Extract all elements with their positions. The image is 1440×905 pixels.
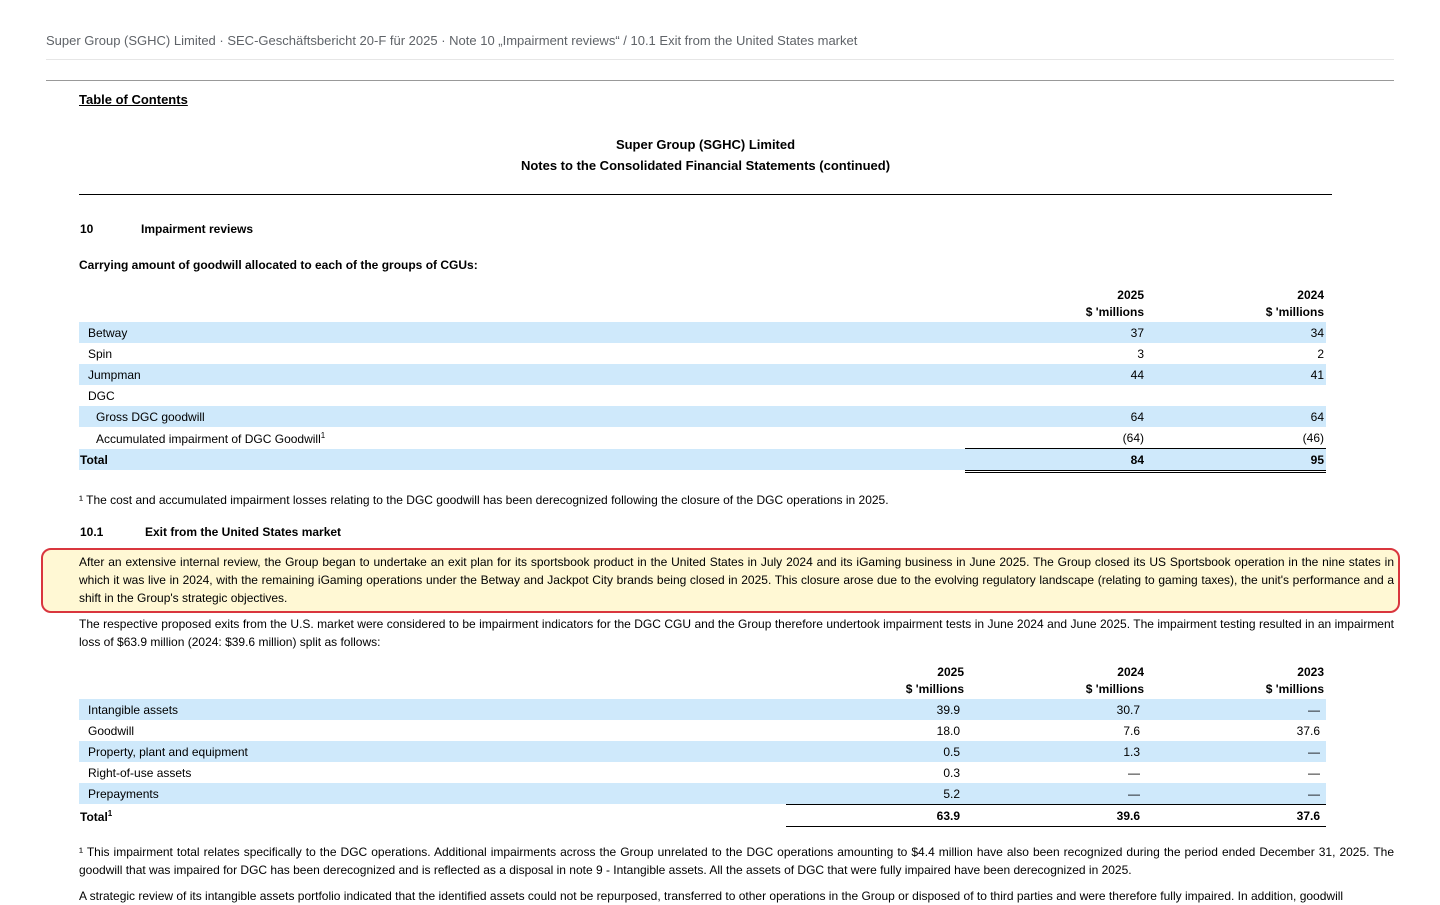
row-label: Property, plant and equipment (88, 745, 248, 759)
table-row-total: Total 84 95 (79, 449, 1326, 470)
column-header-year: 2025 (1117, 288, 1144, 302)
column-header-unit: $ 'millions (905, 682, 964, 696)
row-label: DGC (88, 389, 115, 403)
value-2025: 18.0 (936, 724, 960, 738)
column-header-year: 2025 (937, 665, 964, 679)
value-2023: — (1308, 703, 1320, 717)
table-row: Property, plant and equipment 0.5 1.3 — (79, 741, 1326, 762)
value-2024: — (1128, 787, 1140, 801)
value-2025: 64 (1130, 410, 1144, 424)
impairment-footnote: ¹ This impairment total relates specific… (79, 845, 1394, 877)
table-row: Gross DGC goodwill 64 64 (79, 406, 1326, 427)
value-2023: — (1308, 745, 1320, 759)
top-divider (46, 59, 1394, 60)
value-2025: 0.5 (943, 745, 960, 759)
total-double-rule (965, 470, 1326, 473)
value-2024: 41 (1310, 368, 1324, 382)
value-2025: 5.2 (943, 787, 960, 801)
total-rule (786, 826, 1326, 827)
row-label: Jumpman (88, 368, 141, 382)
row-label: Total (80, 453, 108, 467)
value-2024: 64 (1310, 410, 1324, 424)
goodwill-footnote: ¹ The cost and accumulated impairment lo… (79, 493, 889, 507)
value-2024: — (1128, 766, 1140, 780)
subsection-title: Exit from the United States market (145, 525, 342, 539)
table-row: Prepayments 5.2 — — (79, 783, 1326, 804)
row-label: Intangible assets (88, 703, 179, 717)
row-label: Total1 (80, 809, 113, 824)
column-header-year: 2023 (1297, 665, 1324, 679)
row-label: Betway (88, 326, 128, 340)
title-rule (79, 194, 1332, 195)
document-title: Super Group (SGHC) Limited (615, 137, 796, 152)
table-row: Spin 3 2 (79, 343, 1326, 364)
value-2024: 2 (1317, 347, 1324, 361)
table-row: Goodwill 18.0 7.6 37.6 (79, 720, 1326, 741)
value-2023: 37.6 (1296, 809, 1320, 823)
value-2024: 7.6 (1123, 724, 1140, 738)
value-2025: 39.9 (936, 703, 960, 717)
value-2025: 63.9 (936, 809, 960, 823)
table-row: Right-of-use assets 0.3 — — (79, 762, 1326, 783)
value-2024: 1.3 (1123, 745, 1140, 759)
row-label: Goodwill (88, 724, 135, 738)
footnote-marker: 1 (320, 431, 326, 440)
table-row: Accumulated impairment of DGC Goodwill1 … (79, 427, 1326, 448)
value-2025: 0.3 (943, 766, 960, 780)
table-row: Jumpman 44 41 (79, 364, 1326, 385)
value-2023: — (1308, 787, 1320, 801)
row-label: Accumulated impairment of DGC Goodwill1 (96, 431, 326, 446)
column-header-unit: $ 'millions (1265, 305, 1324, 319)
subsection-number: 10.1 (80, 525, 104, 539)
value-2025: 84 (1130, 453, 1144, 467)
value-2025: 3 (1137, 347, 1144, 361)
value-2024: 39.6 (1116, 809, 1140, 823)
goodwill-caption: Carrying amount of goodwill allocated to… (79, 258, 478, 272)
column-header-year: 2024 (1117, 665, 1144, 679)
row-label: Spin (88, 347, 113, 361)
value-2025: 37 (1130, 326, 1144, 340)
value-2023: — (1308, 766, 1320, 780)
table-row: Intangible assets 39.9 30.7 — (79, 699, 1326, 720)
section-title: Impairment reviews (141, 222, 254, 236)
value-2025: (64) (1122, 431, 1144, 445)
value-2024: 95 (1310, 453, 1324, 467)
document-top-rule (46, 80, 1394, 81)
table-row-total: Total1 63.9 39.6 37.6 (79, 805, 1326, 826)
row-label: Prepayments (88, 787, 159, 801)
section-number: 10 (80, 222, 94, 236)
value-2024: 30.7 (1116, 703, 1140, 717)
highlighted-paragraph: After an extensive internal review, the … (79, 555, 1394, 605)
footnote-marker: 1 (107, 809, 113, 818)
value-2023: 37.6 (1296, 724, 1320, 738)
value-2024: 34 (1310, 326, 1324, 340)
value-2025: 44 (1130, 368, 1144, 382)
table-row: DGC (79, 385, 1326, 406)
column-header-unit: $ 'millions (1085, 682, 1144, 696)
table-row: Betway 37 34 (79, 322, 1326, 343)
document-subtitle: Notes to the Consolidated Financial Stat… (520, 158, 891, 173)
breadcrumb: Super Group (SGHC) Limited · SEC-Geschäf… (46, 33, 858, 48)
paragraph: A strategic review of its intangible ass… (79, 889, 1344, 903)
column-header-unit: $ 'millions (1265, 682, 1324, 696)
paragraph: The respective proposed exits from the U… (79, 617, 1394, 649)
column-header-year: 2024 (1297, 288, 1324, 302)
value-2024: (46) (1302, 431, 1324, 445)
table-of-contents-link[interactable]: Table of Contents (79, 92, 188, 107)
row-label: Gross DGC goodwill (96, 410, 205, 424)
column-header-unit: $ 'millions (1085, 305, 1144, 319)
row-label: Right-of-use assets (88, 766, 192, 780)
